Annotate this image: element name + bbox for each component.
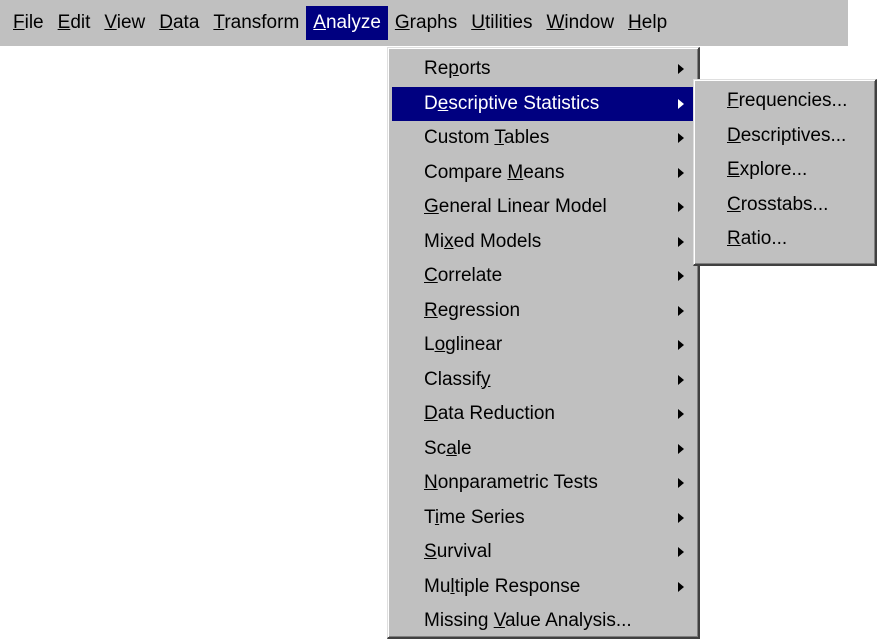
menu-bar: File Edit View Data Transform Analyze Graphs Ut… bbox=[0, 0, 848, 46]
analyze-item-label: Nonparametric Tests bbox=[424, 472, 598, 493]
analyze-item-label: Survival bbox=[424, 541, 492, 562]
submenu-arrow-icon bbox=[678, 133, 684, 144]
menu-view[interactable]: View bbox=[97, 6, 152, 40]
menu-label: Help bbox=[628, 12, 668, 33]
analyze-item-label: Compare Means bbox=[424, 161, 565, 183]
analyze-item-classify[interactable]: Classify bbox=[392, 363, 694, 398]
submenu-arrow-icon bbox=[678, 98, 684, 109]
analyze-item-label: Reports bbox=[424, 58, 491, 79]
menu-transform[interactable]: Transform bbox=[206, 6, 306, 40]
analyze-item-label: General Linear Model bbox=[424, 196, 607, 217]
menu-graphs[interactable]: Graphs bbox=[388, 6, 464, 40]
analyze-item-nonparametric-tests[interactable]: Nonparametric Tests bbox=[392, 466, 694, 501]
submenu-arrow-icon bbox=[678, 340, 684, 351]
analyze-item-data-reduction[interactable]: Data Reduction bbox=[392, 397, 694, 432]
submenu-arrow-icon bbox=[678, 478, 684, 489]
analyze-item-correlate[interactable]: Correlate bbox=[392, 259, 694, 294]
submenu-arrow-icon bbox=[678, 64, 684, 75]
descriptives-item-explore[interactable]: Explore... bbox=[698, 153, 871, 188]
analyze-item-label: Loglinear bbox=[424, 334, 503, 355]
descriptives-item-label: Frequencies... bbox=[727, 90, 848, 111]
analyze-item-label: Custom Tables bbox=[424, 127, 550, 148]
descriptive-statistics-submenu: Frequencies... Descriptives... Explore... C… bbox=[693, 79, 877, 266]
descriptives-item-label: Explore... bbox=[727, 159, 808, 180]
analyze-item-multiple-response[interactable]: Multiple Response bbox=[392, 570, 694, 605]
analyze-item-label: Classify bbox=[424, 368, 491, 390]
descriptives-item-descriptives[interactable]: Descriptives... bbox=[698, 119, 871, 154]
submenu-arrow-icon bbox=[678, 271, 684, 282]
submenu-arrow-icon bbox=[678, 443, 684, 454]
analyze-item-survival[interactable]: Survival bbox=[392, 535, 694, 570]
menu-utilities[interactable]: Utilities bbox=[464, 6, 539, 40]
descriptives-item-label: Descriptives... bbox=[727, 124, 847, 146]
submenu-arrow-icon bbox=[678, 374, 684, 385]
analyze-item-label: Data Reduction bbox=[424, 403, 555, 424]
menu-file[interactable]: File bbox=[6, 6, 51, 40]
analyze-item-custom-tables[interactable]: Custom Tables bbox=[392, 121, 694, 156]
analyze-item-time-series[interactable]: Time Series bbox=[392, 501, 694, 536]
analyze-item-label: Correlate bbox=[424, 265, 503, 286]
analyze-item-descriptive-statistics[interactable]: Descriptive Statistics bbox=[392, 86, 694, 121]
menu-analyze[interactable]: Analyze bbox=[306, 6, 388, 40]
submenu-arrow-icon bbox=[678, 581, 684, 592]
analyze-item-mixed-models[interactable]: Mixed Models bbox=[392, 225, 694, 260]
descriptives-item-label: Ratio... bbox=[727, 228, 788, 249]
submenu-arrow-icon bbox=[678, 202, 684, 213]
menu-label: Transform bbox=[213, 12, 300, 33]
analyze-item-label: Multiple Response bbox=[424, 575, 581, 597]
analyze-item-reports[interactable]: Reports bbox=[392, 52, 694, 87]
submenu-arrow-icon bbox=[678, 547, 684, 558]
descriptives-item-label: Crosstabs... bbox=[727, 193, 829, 215]
menu-label: Window bbox=[546, 12, 615, 33]
analyze-item-compare-means[interactable]: Compare Means bbox=[392, 156, 694, 191]
submenu-arrow-icon bbox=[678, 409, 684, 420]
analyze-item-label: Regression bbox=[424, 299, 521, 321]
analyze-item-label: Mixed Models bbox=[424, 230, 542, 252]
menu-label: Utilities bbox=[471, 12, 533, 33]
analyze-item-scale[interactable]: Scale bbox=[392, 432, 694, 467]
analyze-item-regression[interactable]: Regression bbox=[392, 294, 694, 329]
analyze-item-label: Time Series bbox=[424, 506, 525, 528]
analyze-item-general-linear-model[interactable]: General Linear Model bbox=[392, 190, 694, 225]
menu-label: View bbox=[104, 12, 146, 33]
submenu-arrow-icon bbox=[678, 167, 684, 178]
menu-edit[interactable]: Edit bbox=[51, 6, 98, 40]
analyze-item-label: Scale bbox=[424, 437, 472, 459]
menu-label: Graphs bbox=[394, 12, 458, 33]
analyze-item-label: Missing Value Analysis... bbox=[424, 610, 632, 631]
descriptives-item-crosstabs[interactable]: Crosstabs... bbox=[698, 188, 871, 223]
analyze-item-label: Descriptive Statistics bbox=[424, 92, 600, 114]
menu-window[interactable]: Window bbox=[539, 6, 621, 40]
menu-label: Edit bbox=[57, 12, 91, 33]
analyze-item-loglinear[interactable]: Loglinear bbox=[392, 328, 694, 363]
submenu-arrow-icon bbox=[678, 512, 684, 523]
analyze-menu: Reports Descriptive Statistics Custom Tabl… bbox=[387, 47, 700, 639]
submenu-arrow-icon bbox=[678, 305, 684, 316]
menu-data[interactable]: Data bbox=[152, 6, 206, 40]
submenu-arrow-icon bbox=[678, 236, 684, 247]
descriptives-item-frequencies[interactable]: Frequencies... bbox=[698, 84, 871, 119]
menu-label: File bbox=[13, 12, 44, 33]
menu-label: Data bbox=[159, 12, 200, 33]
analyze-item-missing-value-analysis[interactable]: Missing Value Analysis... bbox=[392, 604, 694, 639]
menu-help[interactable]: Help bbox=[621, 6, 674, 40]
descriptives-item-ratio[interactable]: Ratio... bbox=[698, 222, 871, 257]
menu-label: Analyze bbox=[313, 12, 381, 33]
